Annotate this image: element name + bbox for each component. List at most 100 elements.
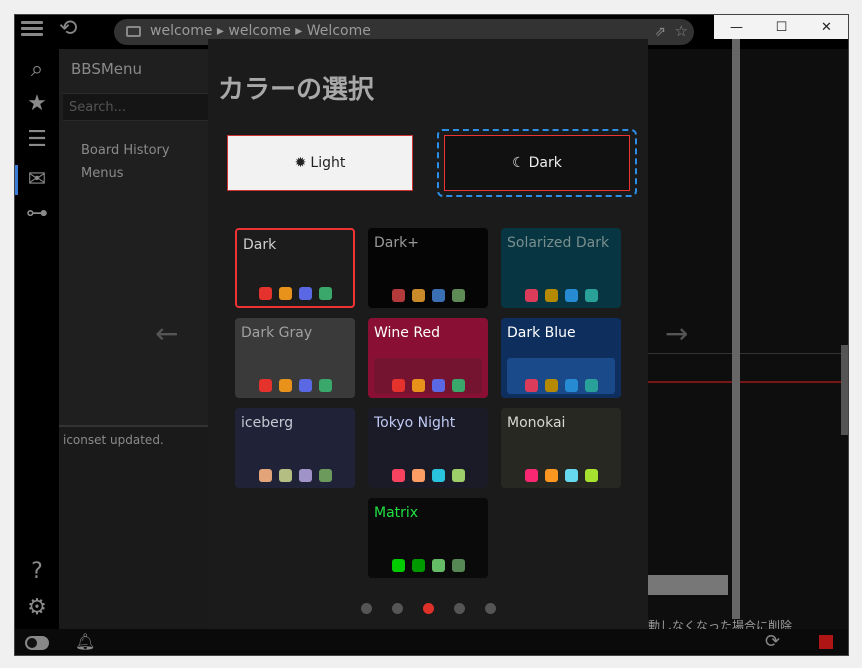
address-text: welcome ▸ welcome ▸ Welcome xyxy=(150,23,371,39)
color-swatches xyxy=(501,469,621,482)
sidebar-item-board-history[interactable]: Board History xyxy=(81,143,170,158)
color-swatch xyxy=(298,379,312,392)
theme-tile[interactable]: Solarized Dark xyxy=(501,228,621,308)
color-swatch xyxy=(278,469,292,482)
divider-red xyxy=(648,381,848,383)
color-swatch xyxy=(318,379,332,392)
color-swatches xyxy=(368,469,488,482)
color-dialog: カラーの選択 ✹ Light ☾ Dark Dark Dark+ Solarized… xyxy=(208,39,648,629)
stop-icon[interactable] xyxy=(819,635,833,649)
color-swatch xyxy=(564,469,578,482)
color-swatch xyxy=(258,379,272,392)
color-swatch xyxy=(524,379,538,392)
help-icon[interactable]: ? xyxy=(24,559,50,585)
list-icon[interactable]: ☰ xyxy=(24,127,50,153)
color-swatch xyxy=(391,379,405,392)
color-swatch xyxy=(411,469,425,482)
color-swatch xyxy=(431,379,445,392)
theme-tile[interactable]: Tokyo Night xyxy=(368,408,488,488)
sidebar-item-menus[interactable]: Menus xyxy=(81,166,123,181)
color-swatch xyxy=(391,289,405,302)
activity-bar: ⌕ ★ ☰ ✉ ⊶ ? ⚙ xyxy=(15,49,59,629)
sync-icon[interactable]: ⟳ xyxy=(765,631,780,652)
color-swatches xyxy=(235,469,355,482)
search-input[interactable]: Search... xyxy=(63,93,209,121)
divider xyxy=(648,353,848,354)
theme-name: Dark xyxy=(243,237,277,253)
log-text: iconset updated. xyxy=(63,433,164,447)
color-swatch xyxy=(544,289,558,302)
theme-name: Tokyo Night xyxy=(374,415,456,431)
star-icon[interactable]: ★ xyxy=(24,91,50,117)
pager-dot[interactable] xyxy=(484,603,496,614)
theme-name: Solarized Dark xyxy=(507,235,610,251)
maximize-button[interactable]: ☐ xyxy=(759,15,804,39)
pager-dot[interactable] xyxy=(422,603,434,614)
menu-icon[interactable] xyxy=(21,18,43,40)
color-swatch xyxy=(584,379,598,392)
theme-tile[interactable]: Dark xyxy=(235,228,355,308)
theme-name: Dark Blue xyxy=(507,325,576,341)
bell-icon[interactable]: 🔔︎ xyxy=(75,632,95,651)
color-swatch xyxy=(258,287,272,300)
pager-dot[interactable] xyxy=(453,603,465,614)
arrow-right-icon[interactable]: → xyxy=(665,317,688,350)
color-swatch xyxy=(451,469,465,482)
arrow-left-icon[interactable]: ← xyxy=(155,317,178,350)
color-swatch xyxy=(564,379,578,392)
log-panel: iconset updated. xyxy=(59,425,209,629)
color-swatch xyxy=(544,379,558,392)
settings-icon[interactable]: ⚙ xyxy=(24,595,50,621)
theme-tile[interactable]: iceberg xyxy=(235,408,355,488)
minimize-button[interactable]: — xyxy=(714,15,759,39)
color-swatch xyxy=(544,469,558,482)
grey-bar xyxy=(648,575,728,595)
color-swatch xyxy=(451,289,465,302)
theme-tile[interactable]: Monokai xyxy=(501,408,621,488)
color-swatch xyxy=(584,469,598,482)
color-swatch xyxy=(278,379,292,392)
sun-icon: ✹ xyxy=(294,155,307,171)
pager-dot[interactable] xyxy=(360,603,372,614)
pager xyxy=(208,603,648,614)
color-swatch xyxy=(391,559,405,572)
color-swatch xyxy=(451,559,465,572)
toggle-switch[interactable] xyxy=(25,636,49,650)
color-swatch xyxy=(431,289,445,302)
color-swatch xyxy=(318,469,332,482)
color-swatches xyxy=(237,287,353,300)
active-indicator xyxy=(15,165,18,195)
board-icon[interactable]: ✉ xyxy=(24,167,50,193)
color-swatch xyxy=(298,469,312,482)
reload-icon[interactable]: ⟲ xyxy=(59,16,77,41)
search-icon[interactable]: ⌕ xyxy=(24,57,50,83)
theme-name: Dark+ xyxy=(374,235,419,251)
color-swatches xyxy=(235,379,355,392)
scrollbar-right[interactable] xyxy=(841,345,848,435)
color-swatches xyxy=(501,289,621,302)
window-controls: — ☐ ✕ xyxy=(714,15,848,39)
color-swatches xyxy=(368,559,488,572)
light-mode-button[interactable]: ✹ Light xyxy=(227,135,413,191)
color-swatch xyxy=(584,289,598,302)
app-window: ⟲ welcome ▸ welcome ▸ Welcome ⇗ ☆ — ☐ ✕ … xyxy=(14,14,849,656)
panel-title: BBSMenu xyxy=(71,60,143,78)
close-button[interactable]: ✕ xyxy=(804,15,848,39)
scrollbar[interactable] xyxy=(732,39,740,619)
color-swatch xyxy=(431,559,445,572)
theme-name: iceberg xyxy=(241,415,294,431)
light-label: Light xyxy=(310,155,346,171)
external-link-icon[interactable]: ⇗ xyxy=(654,20,666,45)
color-swatches xyxy=(501,379,621,392)
theme-tile[interactable]: Wine Red xyxy=(368,318,488,398)
dark-mode-button[interactable]: ☾ Dark xyxy=(444,135,630,191)
theme-tile[interactable]: Dark+ xyxy=(368,228,488,308)
theme-tile[interactable]: Dark Blue xyxy=(501,318,621,398)
theme-tile[interactable]: Dark Gray xyxy=(235,318,355,398)
tree-icon[interactable]: ⊶ xyxy=(24,201,50,227)
theme-tile[interactable]: Matrix xyxy=(368,498,488,578)
status-bar: 🔔︎ ⟳ xyxy=(15,629,848,655)
pager-dot[interactable] xyxy=(391,603,403,614)
color-swatch xyxy=(451,379,465,392)
star-icon[interactable]: ☆ xyxy=(675,19,688,44)
